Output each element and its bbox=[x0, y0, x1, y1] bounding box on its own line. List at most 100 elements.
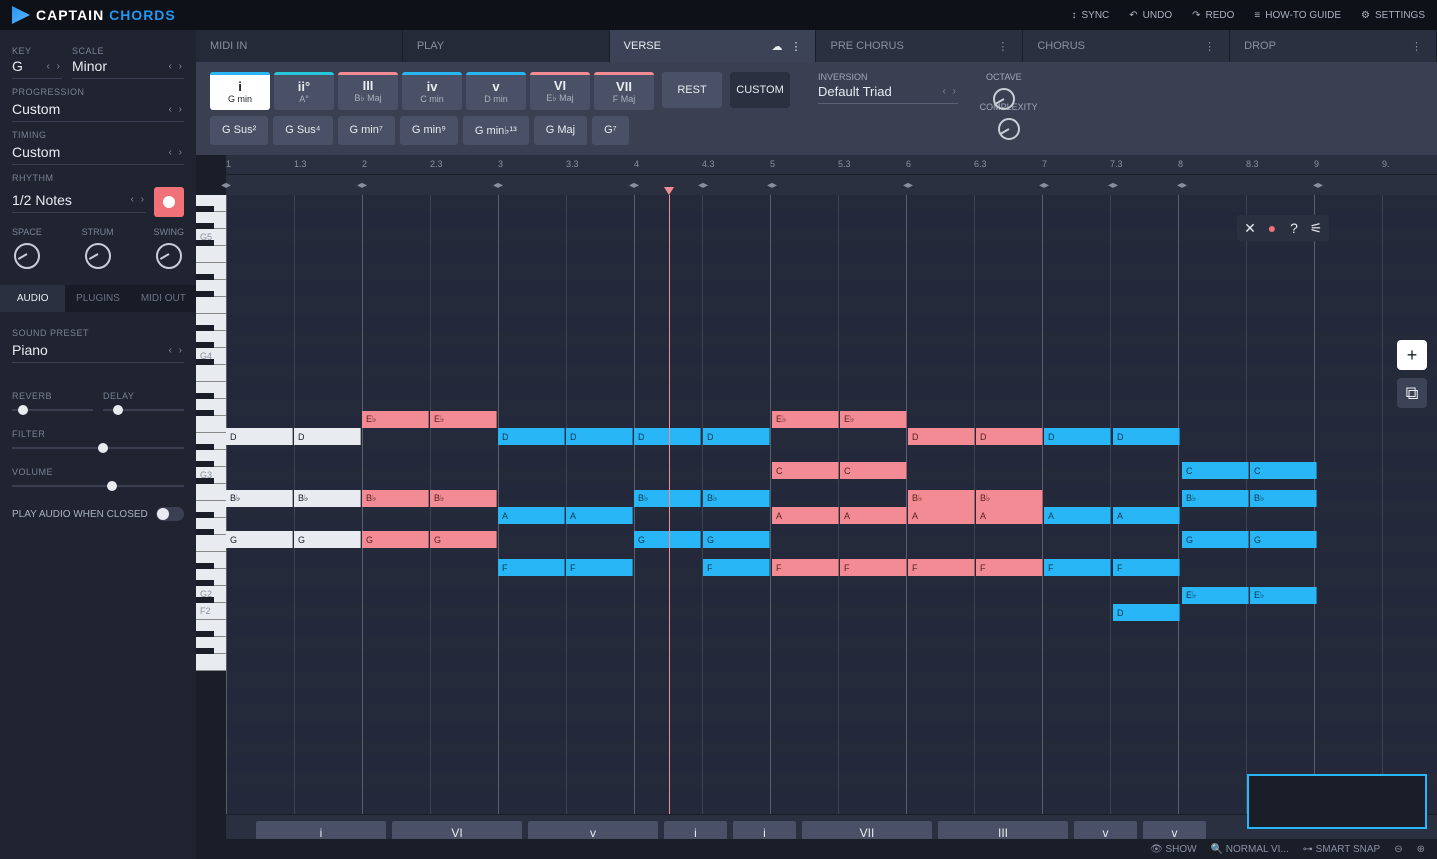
delay-slider[interactable] bbox=[103, 409, 184, 411]
zoom-out-button[interactable]: ⊖ bbox=[1394, 844, 1402, 855]
chord-handle[interactable]: ◂▸ bbox=[1310, 177, 1326, 193]
midi-note[interactable]: G bbox=[703, 531, 770, 548]
guide-button[interactable]: ≡ HOW-TO GUIDE bbox=[1254, 10, 1341, 21]
ext-button[interactable]: G Sus⁴ bbox=[273, 116, 332, 145]
midi-note[interactable]: B♭ bbox=[634, 490, 701, 507]
menu-icon[interactable]: ⋮ bbox=[997, 40, 1008, 53]
tab-plugins[interactable]: PLUGINS bbox=[65, 285, 130, 312]
ext-button[interactable]: G min⁷ bbox=[338, 116, 395, 145]
chord-button-v[interactable]: vD min bbox=[466, 72, 526, 110]
midi-note[interactable]: D bbox=[634, 428, 701, 445]
midi-note[interactable]: B♭ bbox=[908, 490, 975, 507]
chord-button-ii°[interactable]: ii°A° bbox=[274, 72, 334, 110]
chord-handle[interactable]: ◂▸ bbox=[1105, 177, 1121, 193]
preset-select[interactable]: Piano‹ › bbox=[12, 342, 184, 363]
midi-note[interactable]: E♭ bbox=[1250, 587, 1317, 604]
octave-knob[interactable] bbox=[993, 88, 1015, 110]
midi-note[interactable]: F bbox=[908, 559, 975, 576]
rest-button[interactable]: REST bbox=[662, 72, 722, 108]
midi-note[interactable]: E♭ bbox=[1182, 587, 1249, 604]
strum-knob[interactable] bbox=[85, 243, 111, 269]
midi-note[interactable]: G bbox=[1182, 531, 1249, 548]
custom-button[interactable]: CUSTOM bbox=[730, 72, 790, 108]
midi-note[interactable]: A bbox=[840, 507, 907, 524]
piano-roll-grid[interactable]: E♭E♭DDDDDDE♭E♭DDDDCCCCB♭B♭B♭B♭B♭B♭B♭B♭B♭… bbox=[226, 195, 1437, 814]
midi-note[interactable]: C bbox=[840, 462, 907, 479]
record-icon[interactable]: ● bbox=[1263, 219, 1281, 237]
minimap[interactable] bbox=[1247, 774, 1427, 829]
midi-note[interactable]: C bbox=[1250, 462, 1317, 479]
menu-icon[interactable]: ⋮ bbox=[1204, 40, 1215, 53]
midi-note[interactable]: A bbox=[908, 507, 975, 524]
midi-note[interactable]: F bbox=[498, 559, 565, 576]
ext-button[interactable]: G Maj bbox=[534, 116, 587, 145]
zoom-in-button[interactable]: ⊕ bbox=[1417, 844, 1425, 855]
midi-note[interactable]: B♭ bbox=[1250, 490, 1317, 507]
midi-note[interactable]: F bbox=[1044, 559, 1111, 576]
tab-verse[interactable]: VERSE☁⋮ bbox=[610, 30, 817, 62]
midi-note[interactable]: E♭ bbox=[362, 411, 429, 428]
midi-note[interactable]: D bbox=[294, 428, 361, 445]
tab-chorus[interactable]: CHORUS⋮ bbox=[1023, 30, 1230, 62]
tab-midi-out[interactable]: MIDI OUT bbox=[131, 285, 196, 312]
arrows-icon[interactable]: ‹ › bbox=[169, 104, 184, 115]
midi-note[interactable]: A bbox=[498, 507, 565, 524]
chord-handle[interactable]: ◂▸ bbox=[218, 177, 234, 193]
space-knob[interactable] bbox=[14, 243, 40, 269]
chord-handle[interactable]: ◂▸ bbox=[626, 177, 642, 193]
view-mode[interactable]: 🔍 NORMAL VI... bbox=[1211, 844, 1289, 855]
settings-button[interactable]: ⚙ SETTINGS bbox=[1361, 10, 1425, 21]
midi-note[interactable]: G bbox=[226, 531, 293, 548]
midi-note[interactable]: G bbox=[634, 531, 701, 548]
midi-note[interactable]: D bbox=[703, 428, 770, 445]
midi-note[interactable]: B♭ bbox=[294, 490, 361, 507]
reverb-slider[interactable] bbox=[12, 409, 93, 411]
midi-note[interactable]: D bbox=[1113, 604, 1180, 621]
volume-slider[interactable] bbox=[12, 485, 184, 487]
midi-note[interactable]: D bbox=[498, 428, 565, 445]
midi-note[interactable]: B♭ bbox=[362, 490, 429, 507]
timing-select[interactable]: Custom‹ › bbox=[12, 144, 184, 165]
ext-button[interactable]: G min♭¹³ bbox=[463, 116, 529, 145]
midi-note[interactable]: G bbox=[430, 531, 497, 548]
help-icon[interactable]: ? bbox=[1285, 219, 1303, 237]
chord-handle[interactable]: ◂▸ bbox=[900, 177, 916, 193]
filter-slider[interactable] bbox=[12, 447, 184, 449]
play-closed-toggle[interactable] bbox=[156, 507, 184, 521]
midi-note[interactable]: G bbox=[362, 531, 429, 548]
menu-icon[interactable]: ⋮ bbox=[790, 40, 801, 53]
redo-button[interactable]: ↷ REDO bbox=[1192, 10, 1234, 21]
midi-note[interactable]: B♭ bbox=[703, 490, 770, 507]
close-icon[interactable]: ✕ bbox=[1241, 219, 1259, 237]
midi-note[interactable]: G bbox=[294, 531, 361, 548]
arrows-icon[interactable]: ‹ › bbox=[131, 194, 146, 205]
cloud-icon[interactable]: ☁ bbox=[771, 40, 782, 53]
chord-button-III[interactable]: IIIB♭ Maj bbox=[338, 72, 398, 110]
chord-handle[interactable]: ◂▸ bbox=[354, 177, 370, 193]
arrows-icon[interactable]: ‹ › bbox=[47, 61, 62, 72]
progression-select[interactable]: Custom‹ › bbox=[12, 101, 184, 122]
undo-button[interactable]: ↶ UNDO bbox=[1129, 10, 1172, 21]
midi-note[interactable]: D bbox=[908, 428, 975, 445]
midi-note[interactable]: E♭ bbox=[430, 411, 497, 428]
midi-note[interactable]: A bbox=[772, 507, 839, 524]
ext-button[interactable]: G Sus² bbox=[210, 116, 268, 145]
tab-play[interactable]: PLAY bbox=[403, 30, 610, 62]
complexity-knob[interactable] bbox=[998, 118, 1020, 140]
chord-handle[interactable]: ◂▸ bbox=[490, 177, 506, 193]
midi-note[interactable]: D bbox=[1044, 428, 1111, 445]
playhead[interactable] bbox=[669, 195, 670, 814]
midi-note[interactable]: A bbox=[1044, 507, 1111, 524]
chord-handle[interactable]: ◂▸ bbox=[1174, 177, 1190, 193]
chord-button-iv[interactable]: ivC min bbox=[402, 72, 462, 110]
midi-note[interactable]: A bbox=[1113, 507, 1180, 524]
chord-handle[interactable]: ◂▸ bbox=[1036, 177, 1052, 193]
midi-note[interactable]: C bbox=[1182, 462, 1249, 479]
midi-note[interactable]: A bbox=[976, 507, 1043, 524]
key-select[interactable]: G‹ › bbox=[12, 58, 62, 79]
midi-note[interactable]: G bbox=[1250, 531, 1317, 548]
swing-knob[interactable] bbox=[156, 243, 182, 269]
split-icon[interactable]: ⚟ bbox=[1307, 219, 1325, 237]
midi-note[interactable]: B♭ bbox=[1182, 490, 1249, 507]
midi-note[interactable]: B♭ bbox=[430, 490, 497, 507]
